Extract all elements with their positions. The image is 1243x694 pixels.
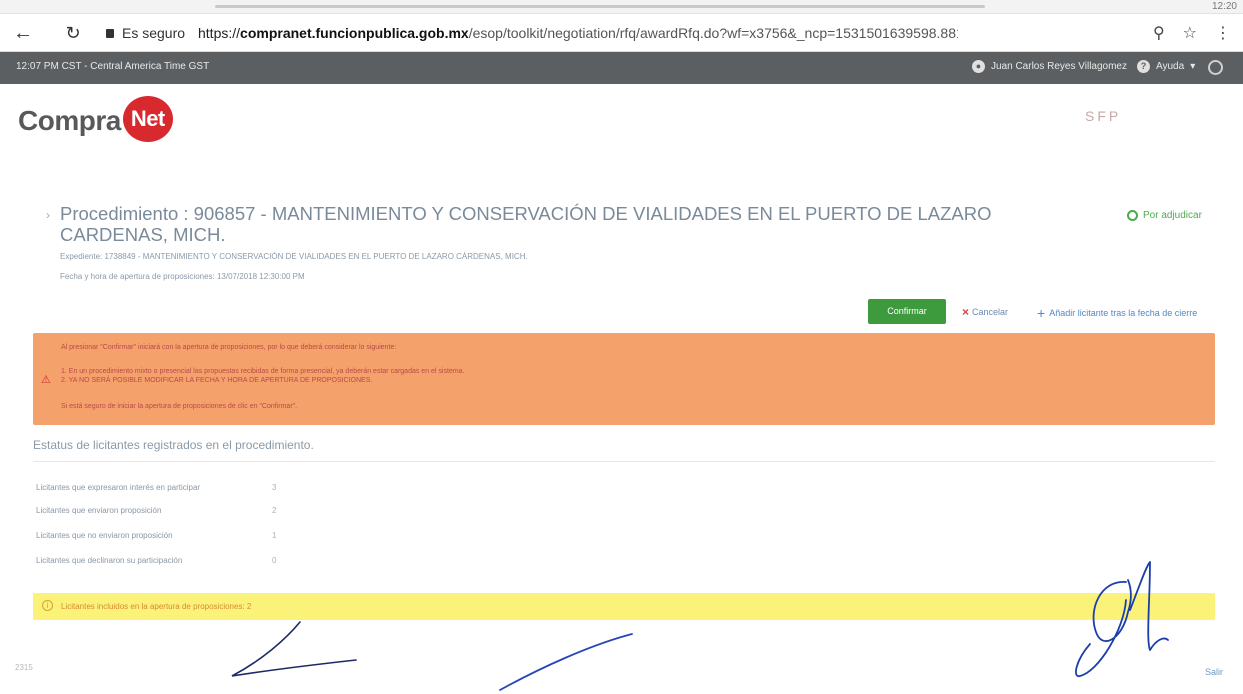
url-scheme: https://: [198, 25, 241, 41]
status-row: Licitantes que no enviaron proposición 1: [36, 531, 276, 540]
logout-link[interactable]: Salir: [1205, 667, 1223, 677]
chevron-down-icon: ▾: [1190, 61, 1196, 72]
logo-badge: Net: [122, 96, 173, 142]
app-header-bar: 12:07 PM CST - Central America Time GST …: [0, 52, 1243, 84]
zoom-icon[interactable]: ⚲: [1153, 23, 1165, 43]
info-text: Licitantes incluidos en la apertura de p…: [61, 602, 252, 611]
close-icon: ×: [962, 305, 970, 319]
url-host: compranet.funcionpublica.gob.mx: [240, 25, 469, 41]
status-row: Licitantes que declinaron su participaci…: [36, 556, 276, 565]
warning-icon: ⚠: [41, 374, 51, 386]
procedure-title: › Procedimiento : 906857 - MANTENIMIENTO…: [46, 203, 1040, 245]
server-time: 12:07 PM CST - Central America Time GST: [16, 61, 210, 72]
status-row-value[interactable]: 3: [272, 483, 276, 492]
confirm-button[interactable]: Confirmar: [868, 299, 946, 324]
status-row: Licitantes que enviaron proposición 2: [36, 506, 276, 515]
status-row: Licitantes que expresaron interés en par…: [36, 483, 276, 492]
system-clock: 12:20: [1211, 1, 1237, 12]
procedure-status-label: Por adjudicar: [1143, 210, 1202, 221]
browser-toolbar: ← ↻ Es seguro https://compranet.funcionp…: [0, 14, 1243, 52]
info-icon: i: [42, 600, 53, 611]
signature-stroke-left: [231, 621, 357, 677]
logo-text: Compra: [18, 105, 121, 136]
warning-line-2: 1. En un procedimiento mixto o presencia…: [61, 368, 465, 375]
lock-icon: [106, 29, 114, 38]
help-icon: ?: [1137, 60, 1150, 73]
browser-menu-icon[interactable]: ⋮: [1215, 23, 1231, 43]
back-arrow-icon[interactable]: ←: [12, 22, 34, 44]
secure-label: Es seguro: [122, 25, 186, 41]
status-row-value[interactable]: 1: [272, 531, 276, 540]
status-row-value[interactable]: 0: [272, 556, 276, 565]
info-bar: i Licitantes incluidos en la apertura de…: [33, 593, 1215, 620]
add-bidder-label: Añadir licitante tras la fecha de cierre: [1049, 308, 1198, 318]
cancel-button[interactable]: × Cancelar: [962, 305, 1008, 319]
help-label: Ayuda: [1156, 61, 1185, 72]
status-row-label: Licitantes que enviaron proposición: [36, 506, 162, 515]
status-row-value[interactable]: 2: [272, 506, 276, 515]
address-bar[interactable]: https://compranet.funcionpublica.gob.mx/…: [198, 25, 958, 41]
status-row-label: Licitantes que expresaron interés en par…: [36, 483, 201, 492]
browser-tab-strip: 12:20: [0, 0, 1243, 14]
warning-line-1: Al presionar "Confirmar" iniciará con la…: [61, 344, 397, 351]
help-menu[interactable]: ? Ayuda ▾: [1137, 60, 1195, 73]
collapse-icon[interactable]: ›: [46, 205, 50, 226]
settings-icon[interactable]: [1208, 60, 1223, 75]
user-icon: ●: [972, 60, 985, 73]
add-bidder-button[interactable]: + Añadir licitante tras la fecha de cier…: [1037, 305, 1197, 321]
sfp-logo: SFP: [1085, 108, 1122, 124]
section-title: Estatus de licitantes registrados en el …: [33, 438, 314, 452]
cancel-label: Cancelar: [972, 307, 1009, 317]
status-row-label: Licitantes que no enviaron proposición: [36, 531, 173, 540]
expediente-line: Expediente: 1738849 - MANTENIMIENTO Y CO…: [60, 252, 528, 261]
user-menu[interactable]: ● Juan Carlos Reyes Villagomez: [972, 60, 1127, 73]
signature-stroke-middle: [499, 633, 633, 691]
warning-line-4: Si está seguro de iniciar la apertura de…: [61, 403, 298, 410]
plus-icon: +: [1037, 305, 1046, 321]
section-divider: [33, 461, 1215, 462]
warning-box: ⚠ Al presionar "Confirmar" iniciará con …: [33, 333, 1215, 425]
page-number: 2315: [15, 663, 33, 672]
warning-line-3: 2. YA NO SERÁ POSIBLE MODIFICAR LA FECHA…: [61, 377, 373, 384]
procedure-status: Por adjudicar: [1127, 210, 1202, 221]
reload-icon[interactable]: ↻: [62, 22, 84, 44]
procedure-title-text: Procedimiento : 906857 - MANTENIMIENTO Y…: [60, 203, 992, 245]
tab-indicator: [215, 5, 985, 8]
user-name: Juan Carlos Reyes Villagomez: [991, 61, 1127, 72]
opening-date-line: Fecha y hora de apertura de proposicione…: [60, 272, 305, 281]
bookmark-star-icon[interactable]: ☆: [1183, 23, 1197, 43]
url-path: /esop/toolkit/negotiation/rfq/awardRfq.d…: [468, 25, 958, 41]
compranet-logo[interactable]: Compra Net: [18, 96, 173, 146]
clock-icon: [1127, 210, 1138, 221]
status-row-label: Licitantes que declinaron su participaci…: [36, 556, 183, 565]
security-indicator[interactable]: Es seguro: [106, 25, 185, 41]
